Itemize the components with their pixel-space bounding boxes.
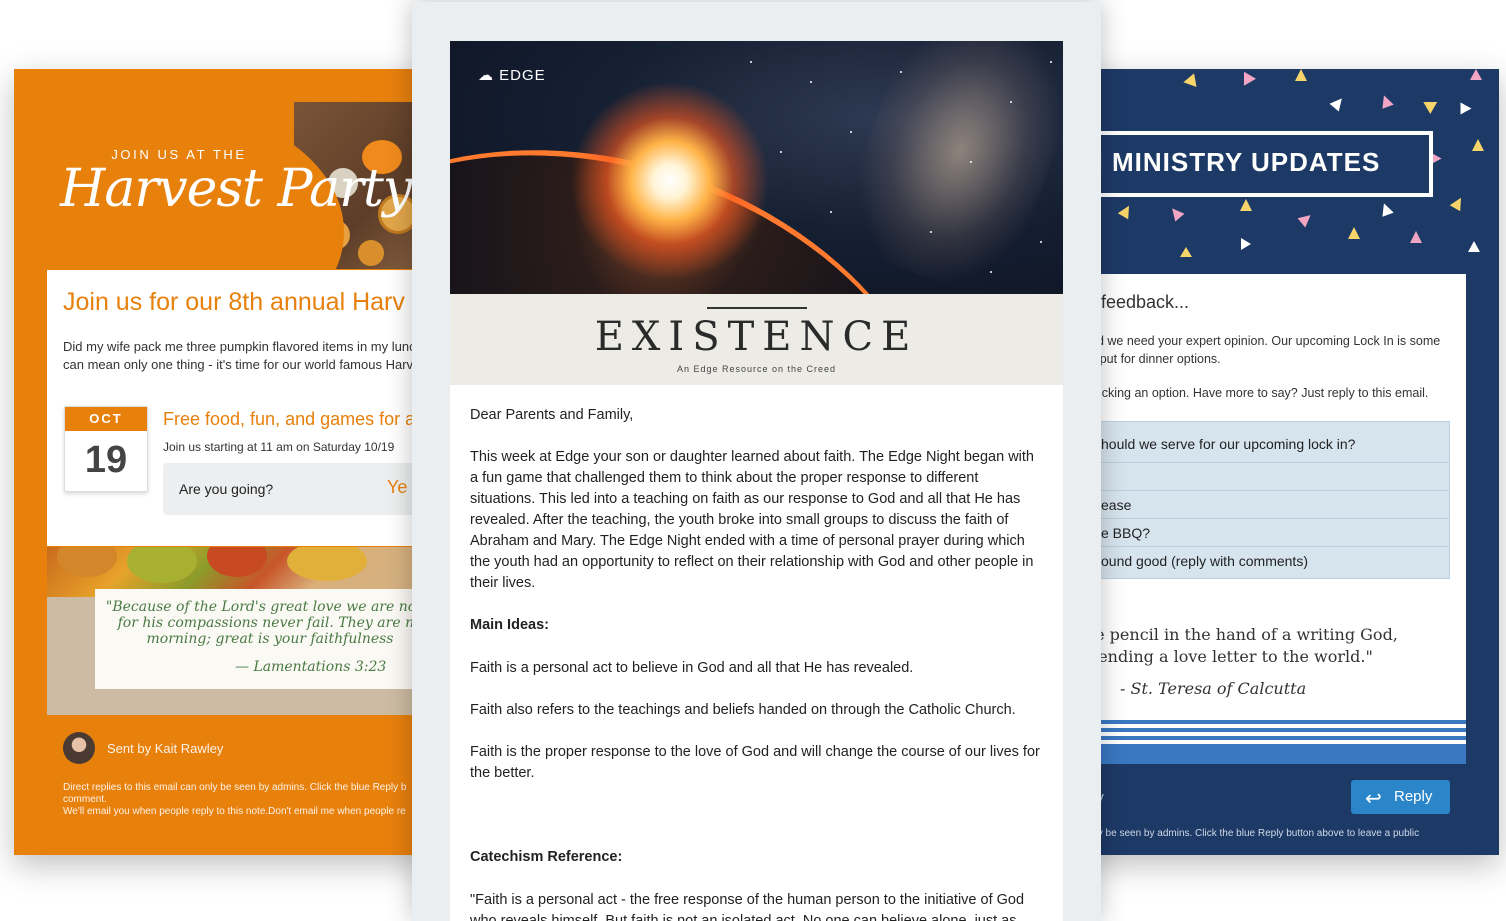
- existence-title: EXISTENCE: [594, 314, 919, 360]
- harvest-email-card: JOIN US AT THE Harvest Party Join us for…: [14, 69, 434, 855]
- reply-arrow-icon: ↩: [1365, 788, 1382, 810]
- leaves-quote-image: "Because of the Lord's great love we are…: [47, 547, 434, 715]
- avatar: [63, 732, 95, 764]
- edge-logo-text: EDGE: [499, 67, 546, 84]
- ministry-content-panel: r feedback... nd we need your expert opi…: [1080, 274, 1466, 764]
- poll: hould we serve for our upcoming lock in?…: [1090, 421, 1450, 579]
- harvest-paragraph: Did my wife pack me three pumpkin flavor…: [63, 339, 427, 372]
- existence-subtitle: An Edge Resource on the Creed: [676, 364, 837, 374]
- main-idea: Faith is the proper response to the love…: [470, 744, 1040, 781]
- scripture-quote: "Because of the Lord's great love we are…: [105, 599, 434, 647]
- poll-option[interactable]: ease: [1091, 490, 1449, 518]
- main-ideas-heading: Main Ideas:: [470, 617, 549, 633]
- ministry-banner-text: H MINISTRY UPDATES: [1084, 147, 1381, 177]
- sent-by-label: Sent by Kait Rawley: [107, 741, 224, 756]
- scripture-reference: — Lamentations 3:23: [235, 659, 387, 675]
- ministry-banner: H MINISTRY UPDATES: [1080, 131, 1433, 197]
- title-band: EXISTENCE An Edge Resource on the Creed: [450, 294, 1063, 385]
- catechism-heading: Catechism Reference:: [470, 849, 623, 865]
- reply-button[interactable]: ↩ Reply: [1351, 780, 1450, 814]
- title-rule: [707, 307, 807, 309]
- catechism-text: "Faith is a personal act - the free resp…: [470, 892, 1025, 921]
- main-idea: Faith also refers to the teachings and b…: [470, 702, 1016, 718]
- poll-option[interactable]: [1091, 462, 1449, 490]
- calendar-month: OCT: [65, 407, 147, 431]
- scripture-card: "Because of the Lord's great love we are…: [95, 589, 434, 689]
- sun-burst: [570, 81, 770, 281]
- event-time: Join us starting at 11 am on Saturday 10…: [163, 440, 395, 454]
- rsvp-yes-option[interactable]: Ye: [387, 477, 407, 498]
- teresa-quote-reference: - St. Teresa of Calcutta: [1120, 679, 1307, 698]
- event-title: Free food, fun, and games for a: [163, 409, 416, 429]
- email-body: Dear Parents and Family, This week at Ed…: [450, 385, 1063, 921]
- harvest-heading: Join us for our 8th annual Harv: [63, 288, 405, 316]
- main-idea: Faith is a personal act to believe in Go…: [470, 660, 914, 676]
- poll-question: hould we serve for our upcoming lock in?: [1101, 436, 1356, 452]
- greeting: Dear Parents and Family,: [470, 407, 634, 423]
- ministry-email-card: H MINISTRY UPDATES r feedback... nd we n…: [1080, 69, 1499, 855]
- milky-way: [830, 41, 1063, 294]
- calendar-badge: OCT 19: [64, 406, 148, 492]
- harvest-party-title: Harvest Party: [60, 159, 412, 219]
- existence-email-card: ☁ EDGE EXISTENCE An Edge Resource on the…: [412, 2, 1101, 921]
- feedback-instruction: clicking an option. Have more to say? Ju…: [1090, 386, 1429, 400]
- feedback-paragraph: nd we need your expert opinion. Our upco…: [1090, 334, 1441, 366]
- harvest-hero: JOIN US AT THE Harvest Party: [14, 69, 434, 362]
- intro-paragraph: This week at Edge your son or daughter l…: [470, 449, 1034, 591]
- reply-button-label: Reply: [1394, 788, 1433, 805]
- rsvp-label: Are you going?: [179, 481, 274, 497]
- poll-option[interactable]: e BBQ?: [1091, 518, 1449, 546]
- reply-fine-print: nly be seen by admins. Click the blue Re…: [1090, 828, 1420, 839]
- stripe-divider-solid: [1080, 744, 1466, 764]
- edge-logo-icon: ☁: [478, 67, 494, 84]
- reply-fine-print: Direct replies to this email can only be…: [63, 782, 407, 817]
- poll-option[interactable]: ound good (reply with comments): [1091, 546, 1449, 574]
- space-hero-image: ☁ EDGE: [450, 41, 1063, 294]
- harvest-content-panel: Join us for our 8th annual Harv Did my w…: [47, 270, 434, 546]
- edge-logo: ☁ EDGE: [478, 66, 546, 84]
- rsvp-box: Are you going? Ye: [163, 463, 434, 515]
- feedback-heading: r feedback...: [1090, 292, 1190, 312]
- teresa-quote: le pencil in the hand of a writing God, …: [1090, 625, 1398, 666]
- calendar-day: 19: [84, 439, 128, 481]
